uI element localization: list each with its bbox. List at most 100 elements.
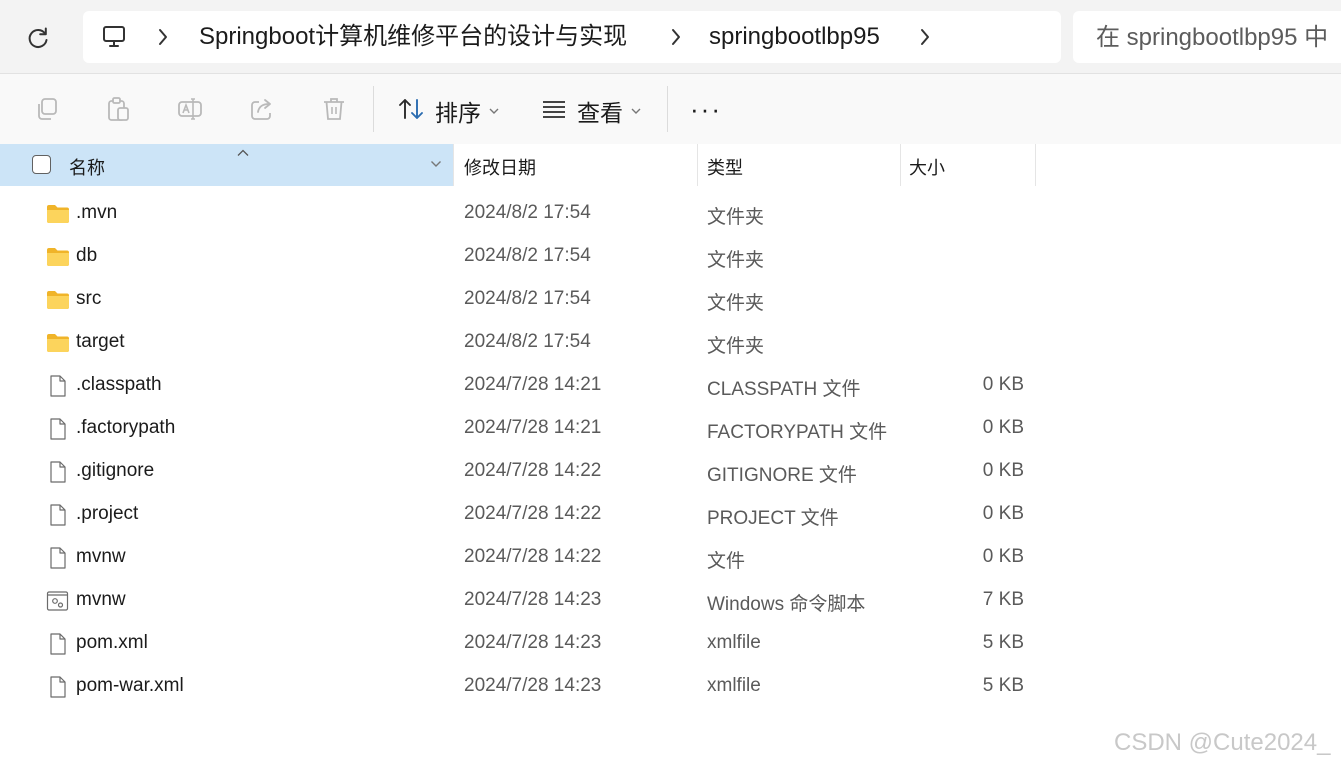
view-icon — [541, 97, 567, 126]
breadcrumb[interactable]: Springboot计算机维修平台的设计与实现 springbootlbp95 — [83, 11, 1061, 63]
file-type: xmlfile — [707, 675, 761, 696]
file-name: .mvn — [76, 202, 118, 223]
file-row[interactable]: db 2024/8/2 17:54 文件夹 — [0, 235, 1341, 278]
refresh-icon[interactable] — [24, 24, 52, 52]
file-name: target — [76, 331, 125, 352]
file-type: CLASSPATH 文件 — [707, 379, 861, 400]
chevron-down-icon[interactable] — [430, 157, 442, 176]
sort-label: 排序 — [435, 100, 481, 126]
rename-icon[interactable] — [177, 96, 203, 122]
file-modified-date: 2024/8/2 17:54 — [464, 245, 591, 266]
file-row[interactable]: target 2024/8/2 17:54 文件夹 — [0, 321, 1341, 364]
chevron-right-icon[interactable] — [918, 27, 932, 47]
file-type: Windows 命令脚本 — [707, 594, 866, 615]
select-all-checkbox[interactable] — [32, 155, 51, 174]
folder-icon — [46, 203, 70, 225]
breadcrumb-project-folder[interactable]: Springboot计算机维修平台的设计与实现 — [199, 22, 627, 52]
file-modified-date: 2024/7/28 14:22 — [464, 503, 602, 524]
copy-icon[interactable] — [34, 96, 60, 122]
file-name: mvnw — [76, 589, 126, 610]
file-row[interactable]: pom-war.xml 2024/7/28 14:23 xmlfile 5 KB — [0, 665, 1341, 708]
command-bar: 排序 查看 ··· — [0, 74, 1341, 144]
file-icon — [46, 676, 70, 698]
this-pc-icon[interactable] — [101, 24, 127, 55]
watermark: CSDN @Cute2024_ — [1114, 729, 1331, 756]
file-modified-date: 2024/7/28 14:22 — [464, 460, 602, 481]
file-name: db — [76, 245, 98, 266]
sort-button[interactable]: 排序 — [397, 94, 499, 128]
file-size: 0 KB — [982, 503, 1024, 524]
file-icon — [46, 375, 70, 397]
file-size: 0 KB — [982, 546, 1024, 567]
file-type: 文件夹 — [707, 293, 765, 314]
file-name: .classpath — [76, 374, 162, 395]
file-name: pom.xml — [76, 632, 148, 653]
breadcrumb-current-folder[interactable]: springbootlbp95 — [709, 22, 880, 52]
paste-icon[interactable] — [105, 96, 131, 122]
script-icon — [46, 590, 70, 612]
file-icon — [46, 461, 70, 483]
column-name-label: 名称 — [69, 158, 105, 178]
search-box[interactable]: 在 springbootlbp95 中 — [1073, 11, 1341, 63]
column-header-type[interactable]: 类型 — [707, 154, 743, 180]
search-placeholder: 在 springbootlbp95 中 — [1096, 24, 1329, 51]
file-row[interactable]: .factorypath 2024/7/28 14:21 FACTORYPATH 文… — [0, 407, 1341, 450]
file-row[interactable]: .gitignore 2024/7/28 14:22 GITIGNORE 文件 0 K… — [0, 450, 1341, 493]
column-divider[interactable] — [900, 144, 901, 186]
file-modified-date: 2024/7/28 14:23 — [464, 632, 602, 653]
file-row[interactable]: src 2024/8/2 17:54 文件夹 — [0, 278, 1341, 321]
column-divider[interactable] — [453, 144, 454, 186]
file-modified-date: 2024/8/2 17:54 — [464, 331, 591, 352]
file-type: xmlfile — [707, 632, 761, 653]
file-type: 文件夹 — [707, 336, 765, 357]
file-size: 5 KB — [982, 632, 1024, 653]
file-type: PROJECT 文件 — [707, 508, 839, 529]
file-row[interactable]: mvnw 2024/7/28 14:22 文件 0 KB — [0, 536, 1341, 579]
file-icon — [46, 504, 70, 526]
view-button[interactable]: 查看 — [541, 94, 641, 128]
file-size: 7 KB — [982, 589, 1024, 610]
file-modified-date: 2024/7/28 14:22 — [464, 546, 602, 567]
file-name: .factorypath — [76, 417, 176, 438]
column-header-row: 名称 修改日期 类型 大小 — [0, 144, 1341, 186]
chevron-down-icon — [631, 102, 641, 120]
file-row[interactable]: .classpath 2024/7/28 14:21 CLASSPATH 文件 0 K… — [0, 364, 1341, 407]
file-name: pom-war.xml — [76, 675, 184, 696]
view-label: 查看 — [577, 100, 623, 126]
sort-ascending-icon — [237, 144, 249, 162]
file-row[interactable]: mvnw 2024/7/28 14:23 Windows 命令脚本 7 KB — [0, 579, 1341, 622]
chevron-right-icon[interactable] — [669, 27, 683, 47]
file-size: 5 KB — [982, 675, 1024, 696]
file-modified-date: 2024/7/28 14:23 — [464, 589, 602, 610]
column-divider[interactable] — [697, 144, 698, 186]
file-row[interactable]: .project 2024/7/28 14:22 PROJECT 文件 0 KB — [0, 493, 1341, 536]
column-header-modified[interactable]: 修改日期 — [464, 154, 536, 180]
share-icon[interactable] — [249, 96, 275, 122]
file-modified-date: 2024/7/28 14:21 — [464, 417, 602, 438]
file-modified-date: 2024/7/28 14:21 — [464, 374, 602, 395]
more-options-button[interactable]: ··· — [690, 96, 722, 122]
file-icon — [46, 633, 70, 655]
file-row[interactable]: .mvn 2024/8/2 17:54 文件夹 — [0, 192, 1341, 235]
column-header-name[interactable]: 名称 — [0, 144, 454, 186]
file-name: mvnw — [76, 546, 126, 567]
toolbar-divider — [667, 86, 668, 132]
file-modified-date: 2024/8/2 17:54 — [464, 288, 591, 309]
sort-icon — [397, 96, 425, 127]
file-type: 文件 — [707, 551, 746, 572]
file-icon — [46, 418, 70, 440]
file-type: FACTORYPATH 文件 — [707, 422, 888, 443]
file-type: GITIGNORE 文件 — [707, 465, 857, 486]
delete-icon[interactable] — [321, 96, 347, 122]
file-row[interactable]: pom.xml 2024/7/28 14:23 xmlfile 5 KB — [0, 622, 1341, 665]
file-type: 文件夹 — [707, 250, 765, 271]
file-type: 文件夹 — [707, 207, 765, 228]
file-size: 0 KB — [982, 460, 1024, 481]
toolbar-divider — [373, 86, 374, 132]
column-header-size[interactable]: 大小 — [909, 154, 945, 180]
file-icon — [46, 547, 70, 569]
file-modified-date: 2024/8/2 17:54 — [464, 202, 591, 223]
column-divider[interactable] — [1035, 144, 1036, 186]
file-size: 0 KB — [982, 417, 1024, 438]
chevron-right-icon[interactable] — [156, 27, 170, 47]
